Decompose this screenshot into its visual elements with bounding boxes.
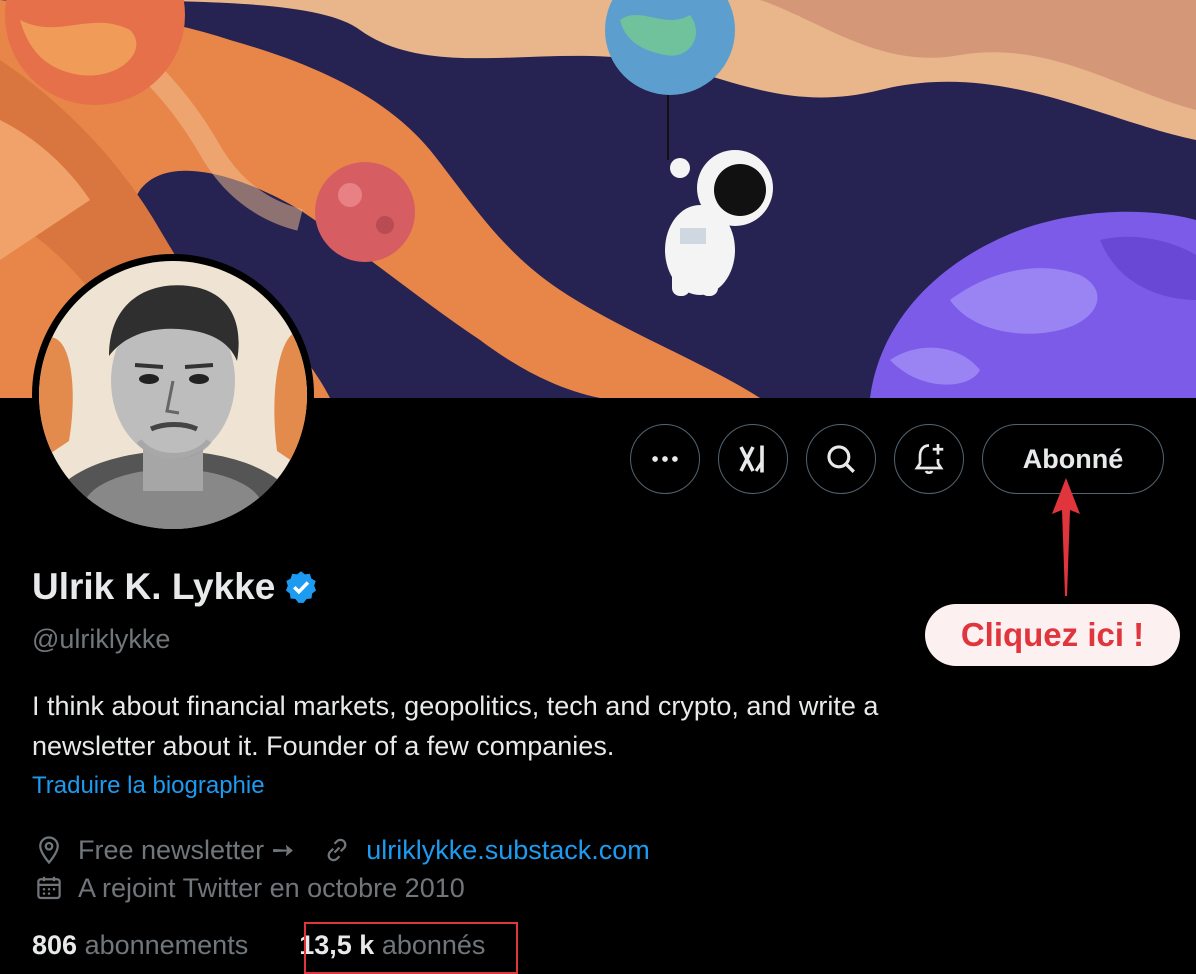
following-label: abonnements — [84, 930, 249, 960]
profile-bio: I think about financial markets, geopoli… — [32, 686, 1032, 766]
bio-line: I think about financial markets, geopoli… — [32, 691, 879, 721]
location-pin-icon — [32, 833, 66, 867]
annotation-callout: Cliquez ici ! — [925, 604, 1180, 666]
annotation-arrow — [1052, 478, 1080, 596]
link-icon — [320, 833, 354, 867]
location-text: Free newsletter ➙ — [78, 834, 295, 865]
grok-button[interactable] — [718, 424, 788, 494]
search-icon — [827, 445, 855, 473]
following-link[interactable]: 806 abonnements — [32, 930, 248, 960]
following-count: 806 — [32, 930, 78, 960]
profile-handle: @ulriklykke — [32, 624, 171, 654]
profile-name: Ulrik K. Lykke — [32, 566, 319, 608]
joined-date: A rejoint Twitter en octobre 2010 — [78, 872, 465, 903]
grok-icon — [739, 445, 764, 473]
bio-line: newsletter about it. Founder of a few co… — [32, 731, 615, 761]
calendar-icon — [32, 871, 66, 905]
notifications-button[interactable] — [894, 424, 964, 494]
verified-badge-icon[interactable] — [283, 569, 319, 605]
more-options-button[interactable] — [630, 424, 700, 494]
more-dots-icon — [652, 456, 678, 462]
annotation-highlight-box — [304, 922, 518, 974]
display-name: Ulrik K. Lykke — [32, 566, 276, 607]
search-profile-button[interactable] — [806, 424, 876, 494]
profile-avatar[interactable] — [32, 254, 314, 536]
profile-meta-row: A rejoint Twitter en octobre 2010 — [32, 870, 465, 906]
website-link[interactable]: ulriklykke.substack.com — [366, 835, 650, 866]
bell-plus-icon — [914, 444, 944, 475]
profile-meta-row: Free newsletter ➙ ulriklykke.substack.co… — [32, 832, 650, 868]
translate-bio-link[interactable]: Traduire la biographie — [32, 772, 265, 800]
